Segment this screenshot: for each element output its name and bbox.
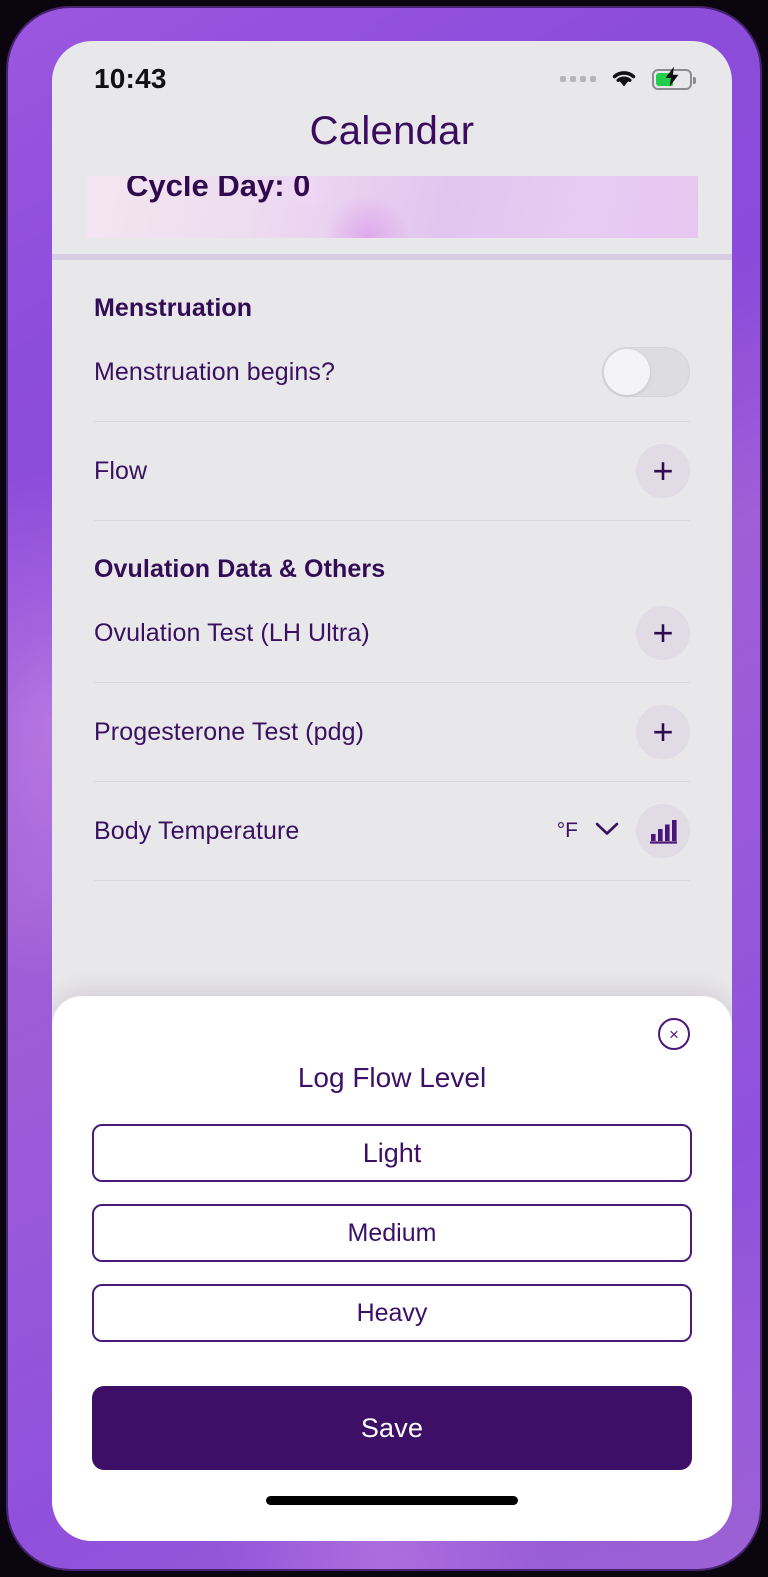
row-control: + xyxy=(636,606,690,660)
status-icons xyxy=(560,66,696,93)
row-progesterone-test[interactable]: Progesterone Test (pdg) + xyxy=(94,683,690,782)
page-title: Calendar xyxy=(309,109,475,153)
log-list: Menstruation Menstruation begins? Flow +… xyxy=(52,260,732,980)
cycle-summary-card-wrap: Cycle Day: 0 xyxy=(52,176,732,238)
add-progesterone-test-button[interactable]: + xyxy=(636,705,690,759)
row-label: Flow xyxy=(94,456,148,485)
row-control: °F xyxy=(557,804,690,858)
bar-chart-icon xyxy=(650,820,677,844)
flow-level-options: Light Medium Heavy xyxy=(92,1124,692,1342)
battery-charging-icon xyxy=(652,66,696,90)
log-flow-level-modal: × Log Flow Level Light Medium Heavy Save xyxy=(52,996,732,1541)
row-placeholder xyxy=(94,881,690,980)
menstruation-begins-toggle[interactable] xyxy=(602,347,690,397)
cycle-day-label: Cycle Day: 0 xyxy=(126,176,311,203)
add-ovulation-test-button[interactable]: + xyxy=(636,606,690,660)
status-bar: 10:43 xyxy=(52,41,732,103)
row-menstruation-begins[interactable]: Menstruation begins? xyxy=(94,323,690,422)
section-title-menstruation: Menstruation xyxy=(94,294,253,322)
cycle-summary-card[interactable]: Cycle Day: 0 xyxy=(86,176,698,238)
save-button[interactable]: Save xyxy=(92,1386,692,1470)
row-label: Body Temperature xyxy=(94,816,300,845)
add-flow-button[interactable]: + xyxy=(636,444,690,498)
row-body-temperature[interactable]: Body Temperature °F xyxy=(94,782,690,881)
section-title-ovulation: Ovulation Data & Others xyxy=(94,555,386,583)
modal-title: Log Flow Level xyxy=(297,1062,487,1093)
signal-dots-icon xyxy=(560,76,596,82)
phone-screen: 10:43 Calendar Cycle Day: 0 Menstruation… xyxy=(52,41,732,1541)
chevron-down-icon[interactable] xyxy=(594,821,620,842)
row-control: + xyxy=(636,444,690,498)
row-flow[interactable]: Flow + xyxy=(94,422,690,521)
body-temperature-chart-button[interactable] xyxy=(636,804,690,858)
flow-option-heavy[interactable]: Heavy xyxy=(92,1284,692,1342)
row-control: + xyxy=(636,705,690,759)
device-frame: 10:43 Calendar Cycle Day: 0 Menstruation… xyxy=(8,8,760,1569)
row-label: Menstruation begins? xyxy=(94,357,336,386)
modal-close-row: × xyxy=(92,1018,692,1050)
row-label: Ovulation Test (LH Ultra) xyxy=(94,618,370,647)
home-indicator xyxy=(266,1496,518,1505)
close-circle-icon[interactable]: × xyxy=(658,1018,690,1050)
status-time: 10:43 xyxy=(94,63,167,94)
toggle-knob xyxy=(604,349,650,395)
flow-option-medium[interactable]: Medium xyxy=(92,1204,692,1262)
flow-option-light[interactable]: Light xyxy=(92,1124,692,1182)
wifi-icon xyxy=(609,66,639,93)
row-ovulation-test[interactable]: Ovulation Test (LH Ultra) + xyxy=(94,584,690,683)
temperature-unit-value[interactable]: °F xyxy=(557,819,578,843)
row-label: Progesterone Test (pdg) xyxy=(94,717,365,746)
row-control xyxy=(602,347,690,397)
